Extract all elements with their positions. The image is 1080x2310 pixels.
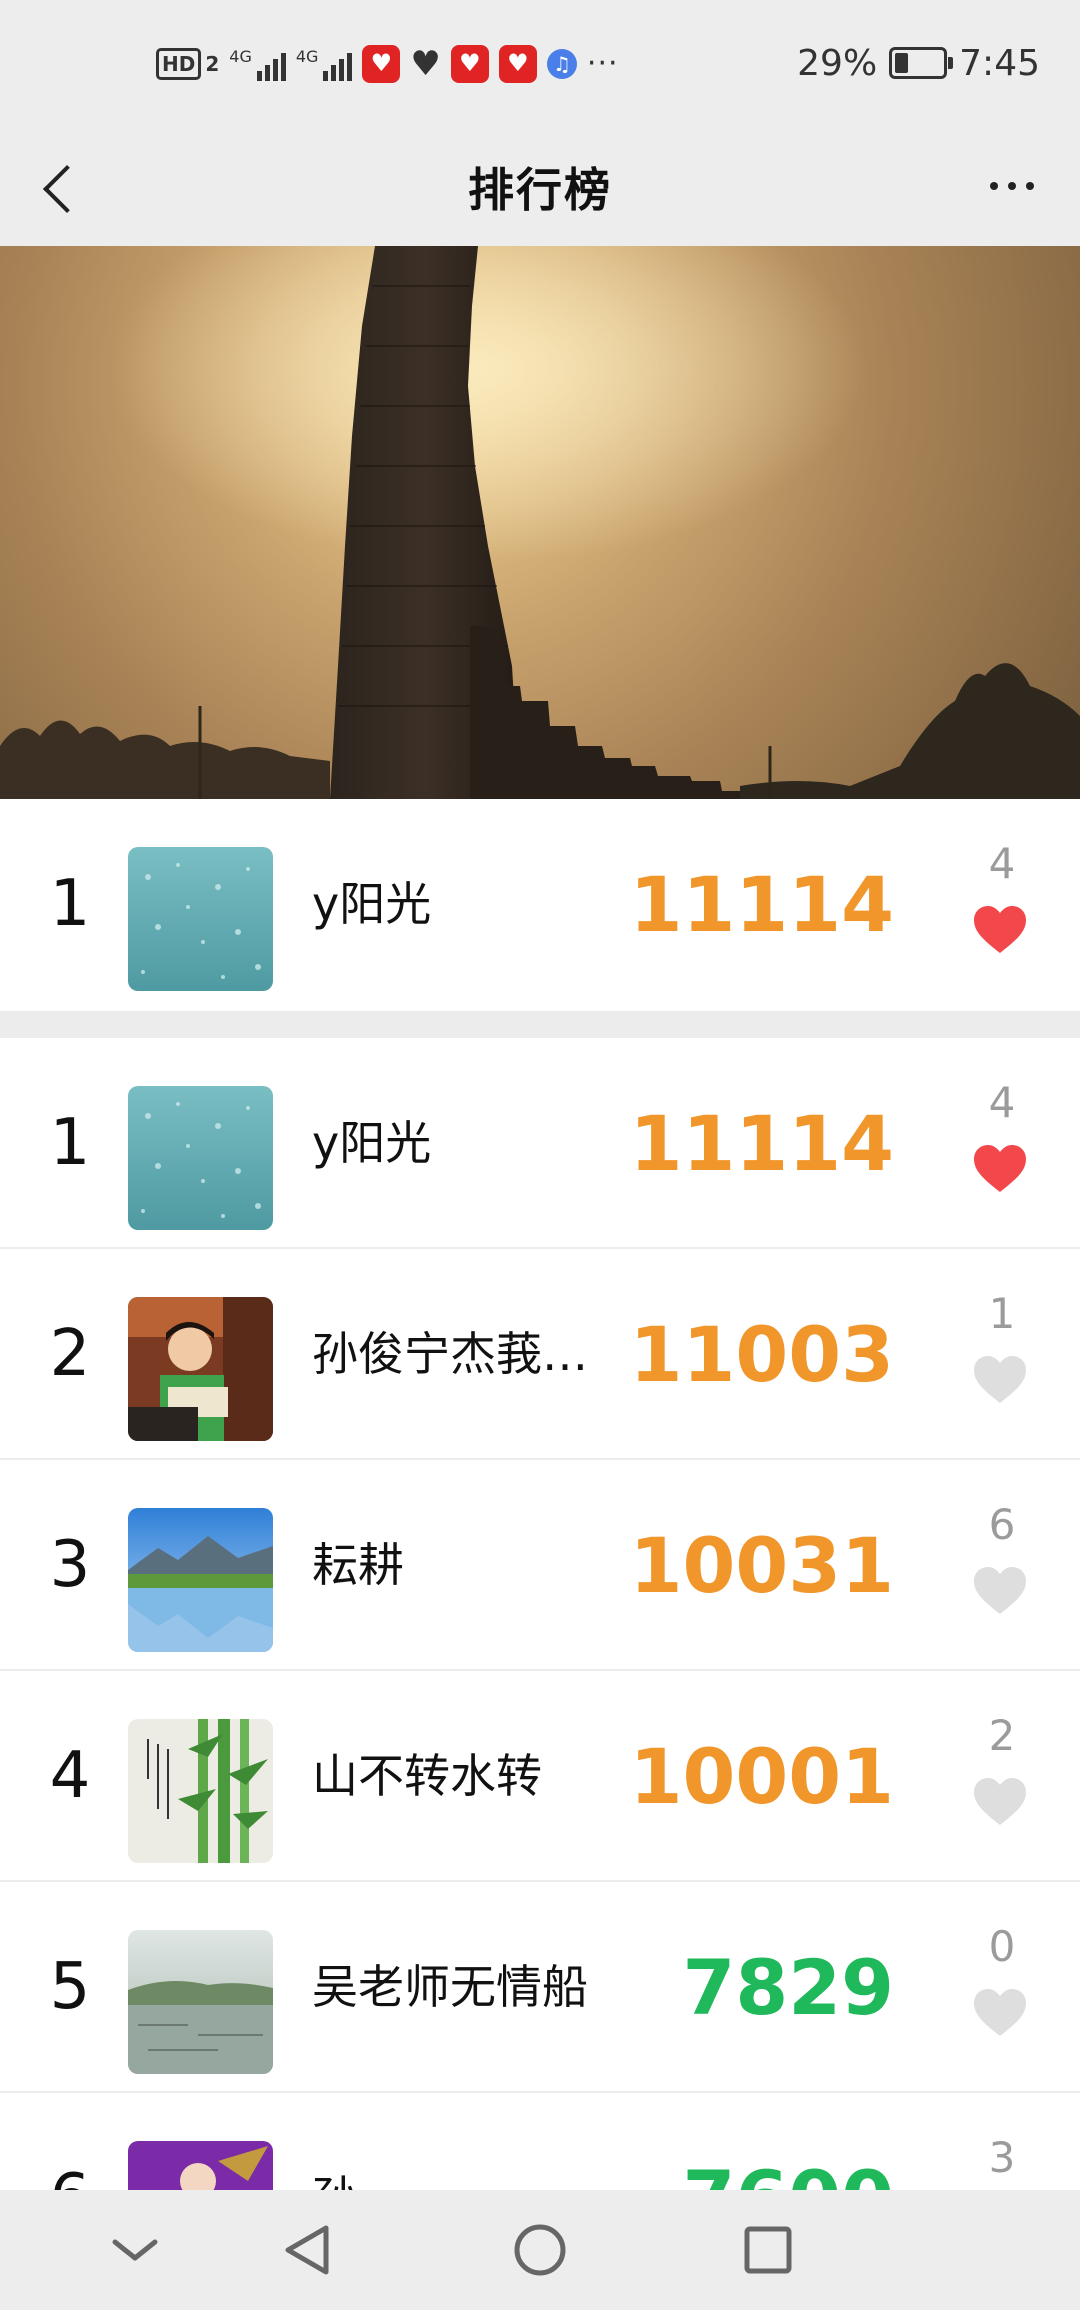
step-count: 11003: [629, 1310, 894, 1399]
system-nav-bar: [0, 2190, 1080, 2310]
battery-fill: [895, 53, 909, 73]
network-label: 4G: [295, 47, 319, 66]
avatar[interactable]: [128, 1086, 273, 1230]
sim-number: 2: [205, 52, 220, 76]
list-item[interactable]: 3 耘耕 10031 6: [0, 1460, 1080, 1671]
heart-icon[interactable]: [972, 1355, 1028, 1405]
avatar[interactable]: [128, 1508, 273, 1652]
rank-number: 5: [49, 1950, 91, 2024]
step-count: 10001: [629, 1732, 894, 1821]
avatar[interactable]: [128, 1719, 273, 1863]
signal-icon: 4G: [229, 47, 286, 81]
heart-icon[interactable]: [972, 1566, 1028, 1616]
status-icons-left: HD 2 4G 4G ♥ ♫ ···: [156, 44, 619, 84]
page-title: 排行榜: [468, 163, 612, 217]
list-item[interactable]: 1 y阳光 11114 4: [0, 1038, 1080, 1249]
section-divider: [0, 1011, 1080, 1038]
music-icon: ♫: [546, 49, 577, 79]
heart-icon[interactable]: [972, 1144, 1028, 1194]
like-count: 4: [988, 839, 1016, 888]
user-name: 孙俊宁杰莪…: [312, 1327, 588, 1381]
step-count: 11114: [629, 860, 894, 949]
status-bar: HD 2 4G 4G ♥ ♫ ··· 29% 7:45: [0, 0, 1080, 126]
user-name: 山不转水转: [312, 1749, 542, 1803]
list-item[interactable]: 2 孙俊宁杰莪… 11003 1: [0, 1249, 1080, 1460]
avatar[interactable]: [128, 847, 273, 991]
like-count: 1: [988, 1289, 1016, 1338]
heart-icon[interactable]: [972, 1988, 1028, 2038]
list-item[interactable]: 4 山不转水转 10001 2: [0, 1671, 1080, 1882]
app-notification-icon: [362, 45, 401, 83]
collapse-icon[interactable]: [95, 2214, 175, 2286]
user-name: y阳光: [312, 1116, 432, 1170]
more-notifications-icon: ···: [586, 46, 619, 81]
status-icons-right: 29% 7:45: [797, 38, 1040, 88]
step-count: 7829: [682, 1943, 894, 2032]
hd-icon: HD: [156, 48, 202, 80]
like-count: 6: [988, 1500, 1016, 1549]
user-name: 耘耕: [312, 1538, 404, 1592]
home-circle-icon[interactable]: [500, 2214, 580, 2286]
list-item[interactable]: 5 吴老师无情船 7829 0: [0, 1882, 1080, 2093]
heart-icon[interactable]: [972, 905, 1028, 955]
heart-icon[interactable]: [972, 1777, 1028, 1827]
like-count: 0: [988, 1922, 1016, 1971]
step-count: 11114: [629, 1099, 894, 1188]
my-rank-row[interactable]: 1 y阳光 11114 4: [0, 799, 1080, 1010]
rank-number: 2: [49, 1317, 91, 1391]
avatar[interactable]: [128, 1297, 273, 1441]
app-notification-icon: [450, 45, 489, 83]
like-count: 4: [988, 1078, 1016, 1127]
like-count: 2: [988, 1711, 1016, 1760]
app-notification-icon: [498, 45, 537, 83]
rank-number: 3: [49, 1528, 91, 1602]
network-label: 4G: [229, 47, 252, 66]
more-horizontal-icon[interactable]: [974, 162, 1050, 210]
rank-number: 4: [49, 1739, 91, 1813]
user-name: 吴老师无情船: [312, 1960, 588, 2014]
like-count: 3: [988, 2133, 1016, 2182]
signal-icon: 4G: [296, 47, 353, 81]
back-triangle-icon[interactable]: [268, 2214, 348, 2286]
top-nav-bar: 排行榜: [0, 126, 1080, 246]
step-count: 10031: [629, 1521, 894, 1610]
rank-number: 1: [49, 1106, 91, 1180]
battery-percent: 29%: [797, 42, 878, 84]
avatar[interactable]: [128, 1930, 273, 2074]
rank-number: 1: [49, 867, 91, 941]
battery-icon: [889, 47, 954, 79]
health-heart-icon: ♥: [410, 44, 441, 84]
clock: 7:45: [959, 42, 1040, 84]
banner-image: [0, 246, 1080, 799]
user-name: y阳光: [312, 877, 432, 931]
recents-square-icon[interactable]: [728, 2214, 808, 2286]
